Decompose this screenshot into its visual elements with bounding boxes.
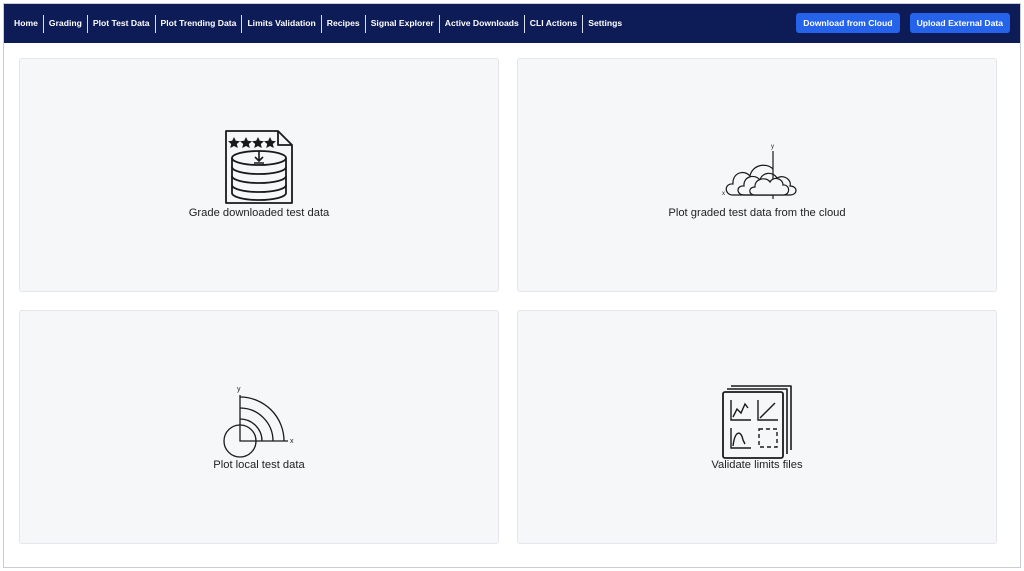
plot-cloud-data-card[interactable]: y x Plot graded test data from the cloud [517, 58, 997, 292]
nav-link-plot-trending-data[interactable]: Plot Trending Data [156, 14, 242, 33]
cloud-plot-icon: y x [722, 144, 797, 199]
app-window: Home Grading Plot Test Data Plot Trendin… [3, 3, 1021, 568]
validate-limits-label: Validate limits files [711, 459, 803, 471]
plot-cloud-data-label: Plot graded test data from the cloud [668, 207, 846, 219]
nav-link-signal-explorer[interactable]: Signal Explorer [366, 14, 439, 33]
chart-documents-icon [722, 385, 792, 459]
validate-limits-card[interactable]: Validate limits files [517, 310, 997, 544]
polar-plot-icon: y x [223, 386, 294, 458]
nav-divider [523, 14, 525, 33]
nav-divider [438, 14, 440, 33]
nav-link-home[interactable]: Home [9, 14, 43, 33]
svg-text:x: x [722, 191, 725, 197]
nav-links: Home Grading Plot Test Data Plot Trendin… [9, 4, 627, 43]
svg-text:x: x [290, 438, 294, 445]
grade-test-data-label: Grade downloaded test data [188, 207, 330, 219]
upload-external-data-button[interactable]: Upload External Data [909, 13, 1010, 33]
grade-test-data-card[interactable]: Grade downloaded test data [19, 58, 499, 292]
nav-divider [42, 14, 44, 33]
plot-local-data-card[interactable]: y x Plot local test data [19, 310, 499, 544]
nav-link-cli-actions[interactable]: CLI Actions [525, 14, 582, 33]
nav-divider [86, 14, 88, 33]
nav-divider [364, 14, 366, 33]
plot-local-data-label: Plot local test data [213, 459, 305, 471]
nav-link-plot-test-data[interactable]: Plot Test Data [88, 14, 155, 33]
nav-actions: Download from Cloud Upload External Data [796, 13, 1010, 33]
nav-link-active-downloads[interactable]: Active Downloads [440, 14, 524, 33]
nav-divider [154, 14, 156, 33]
svg-text:y: y [237, 386, 241, 393]
nav-divider [582, 14, 584, 33]
download-from-cloud-button[interactable]: Download from Cloud [796, 13, 900, 33]
nav-link-recipes[interactable]: Recipes [322, 14, 365, 33]
nav-divider [241, 14, 243, 33]
svg-text:y: y [771, 144, 774, 150]
database-rating-document-icon [225, 130, 293, 204]
nav-divider [320, 14, 322, 33]
top-navbar: Home Grading Plot Test Data Plot Trendin… [4, 4, 1020, 43]
nav-link-grading[interactable]: Grading [44, 14, 87, 33]
nav-link-limits-validation[interactable]: Limits Validation [242, 14, 320, 33]
nav-link-settings[interactable]: Settings [583, 14, 627, 33]
